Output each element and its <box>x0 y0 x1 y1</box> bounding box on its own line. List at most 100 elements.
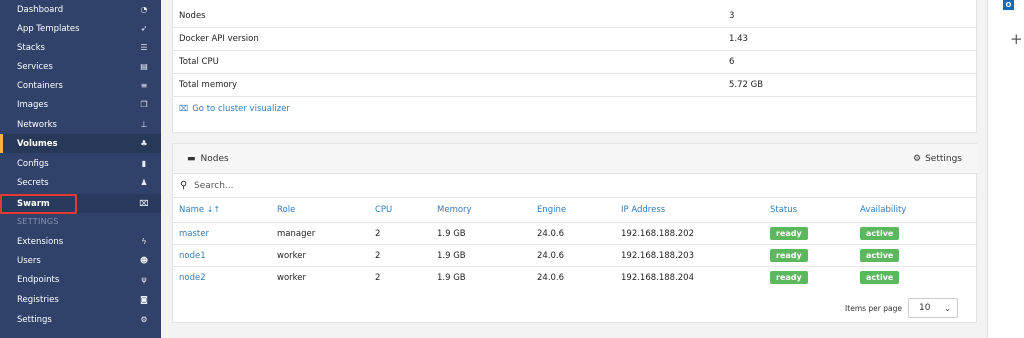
sidebar-item-extensions[interactable]: Extensions ϟ <box>0 232 161 251</box>
gear-icon: ⚙ <box>913 153 922 164</box>
node-engine: 24.0.6 <box>537 251 565 261</box>
items-per-page-select[interactable]: 10 ⌄ <box>908 298 958 318</box>
table-row: node2 worker 2 1.9 GB 24.0.6 192.168.188… <box>173 266 978 288</box>
sidebar-item-images[interactable]: Images ❐ <box>0 95 161 114</box>
user-secret-icon: ♟ <box>140 178 148 187</box>
items-per-page-value: 10 <box>919 303 931 313</box>
sidebar: Dashboard ◔ App Templates ➶ Stacks ☰ Ser… <box>0 0 161 338</box>
sidebar-item-settings[interactable]: Settings ⚙ <box>0 310 161 329</box>
sidebar-item-volumes[interactable]: Volumes ♣ <box>0 134 161 153</box>
info-row-nodes: Nodes 3 <box>173 5 978 28</box>
column-header-label: Name <box>179 205 205 215</box>
sidebar-item-label: Networks <box>17 119 57 130</box>
nodes-panel: ▬ Nodes ⚙ Settings ⚲ Name ↓↑ Role CPU Me… <box>172 143 978 323</box>
sitemap-icon: ⊥ <box>140 120 148 129</box>
info-key: Nodes <box>179 11 206 21</box>
node-engine: 24.0.6 <box>537 273 565 283</box>
sidebar-item-services[interactable]: Services ▤ <box>0 57 161 76</box>
node-name-link[interactable]: node1 <box>179 251 206 261</box>
node-role: worker <box>277 273 306 283</box>
info-value: 1.43 <box>729 34 748 44</box>
column-header-ip-address[interactable]: IP Address <box>621 205 665 215</box>
info-value: 6 <box>729 57 735 67</box>
plug-icon: ψ <box>141 275 147 284</box>
node-cpu: 2 <box>375 251 381 261</box>
node-memory: 1.9 GB <box>437 229 466 239</box>
add-icon[interactable]: + <box>1010 30 1023 48</box>
sidebar-item-label: App Templates <box>17 23 80 34</box>
settings-label: Settings <box>925 153 962 164</box>
rocket-icon: ➶ <box>140 24 148 33</box>
sidebar-item-label: Swarm <box>17 198 50 209</box>
node-memory: 1.9 GB <box>437 273 466 283</box>
status-badge: ready <box>770 227 808 240</box>
users-icon: ☻ <box>139 256 149 265</box>
search-input[interactable] <box>194 178 494 194</box>
list-icon: ☰ <box>140 43 148 52</box>
bolt-icon: ϟ <box>141 237 147 246</box>
availability-badge: active <box>860 249 900 262</box>
node-ip: 192.168.188.202 <box>621 229 695 239</box>
sidebar-item-label: Volumes <box>17 138 58 149</box>
pagination-controls: Items per page 10 ⌄ <box>845 298 958 318</box>
sidebar-item-label: Services <box>17 61 53 72</box>
cluster-info-panel: Nodes 3 Docker API version 1.43 Total CP… <box>172 0 978 133</box>
node-cpu: 2 <box>375 273 381 283</box>
column-header-status[interactable]: Status <box>770 205 797 215</box>
clone-icon: ❐ <box>140 100 148 109</box>
sidebar-item-users[interactable]: Users ☻ <box>0 251 161 270</box>
node-name-link[interactable]: node2 <box>179 273 206 283</box>
sidebar-item-registries[interactable]: Registries ◙ <box>0 290 161 309</box>
column-header-cpu[interactable]: CPU <box>375 205 392 215</box>
node-cpu: 2 <box>375 229 381 239</box>
file-code-icon: ▮ <box>141 159 147 168</box>
cluster-visualizer-link[interactable]: ⌧ Go to cluster visualizer <box>179 104 290 114</box>
sidebar-item-app-templates[interactable]: App Templates ➶ <box>0 19 161 38</box>
sidebar-item-label: Users <box>17 255 41 266</box>
hdd-icon: ▬ <box>187 153 196 164</box>
info-key: Total memory <box>179 80 238 90</box>
sidebar-item-configs[interactable]: Configs ▮ <box>0 154 161 173</box>
column-header-engine[interactable]: Engine <box>537 205 566 215</box>
sidebar-item-secrets[interactable]: Secrets ♟ <box>0 173 161 192</box>
node-name-link[interactable]: master <box>179 229 209 239</box>
node-role: worker <box>277 251 306 261</box>
sidebar-item-label: Endpoints <box>17 274 60 285</box>
table-settings-button[interactable]: ⚙ Settings <box>913 154 962 164</box>
search-icon: ⚲ <box>180 180 188 191</box>
column-header-memory[interactable]: Memory <box>437 205 472 215</box>
info-row-docker-api: Docker API version 1.43 <box>173 28 978 51</box>
node-ip: 192.168.188.204 <box>621 273 695 283</box>
sidebar-settings-header: SETTINGS <box>17 217 59 226</box>
services-icon: ▤ <box>140 62 148 71</box>
cogs-icon: ⚙ <box>140 315 148 324</box>
database-icon: ◙ <box>140 295 148 304</box>
info-key: Docker API version <box>179 34 259 44</box>
sidebar-item-dashboard[interactable]: Dashboard ◔ <box>0 0 161 19</box>
sidebar-item-networks[interactable]: Networks ⊥ <box>0 115 161 134</box>
nodes-panel-header: ▬ Nodes ⚙ Settings <box>173 144 978 174</box>
info-key: Total CPU <box>179 57 219 67</box>
sidebar-item-stacks[interactable]: Stacks ☰ <box>0 38 161 57</box>
cubes-icon: ♣ <box>140 139 148 148</box>
sidebar-item-label: Configs <box>17 158 49 169</box>
sidebar-item-swarm[interactable]: Swarm ⌧ <box>0 194 161 213</box>
table-row: node1 worker 2 1.9 GB 24.0.6 192.168.188… <box>173 244 978 266</box>
sidebar-item-endpoints[interactable]: Endpoints ψ <box>0 270 161 289</box>
items-per-page-label: Items per page <box>845 303 902 313</box>
column-header-name[interactable]: Name ↓↑ <box>179 205 220 215</box>
sidebar-item-label: Dashboard <box>17 4 64 15</box>
sidebar-item-label: Registries <box>17 294 59 305</box>
server-icon: ≡ <box>140 81 148 90</box>
search-bar: ⚲ <box>173 174 978 198</box>
sidebar-item-containers[interactable]: Containers ≡ <box>0 76 161 95</box>
table-row: master manager 2 1.9 GB 24.0.6 192.168.1… <box>173 222 978 244</box>
info-value: 5.72 GB <box>729 80 764 90</box>
outlook-icon[interactable]: O <box>1003 0 1014 10</box>
info-row-visualizer: ⌧ Go to cluster visualizer <box>173 97 978 120</box>
info-row-total-cpu: Total CPU 6 <box>173 51 978 74</box>
status-badge: ready <box>770 271 808 284</box>
column-header-availability[interactable]: Availability <box>860 205 906 215</box>
column-header-role[interactable]: Role <box>277 205 295 215</box>
sidebar-item-label: Stacks <box>17 42 45 53</box>
